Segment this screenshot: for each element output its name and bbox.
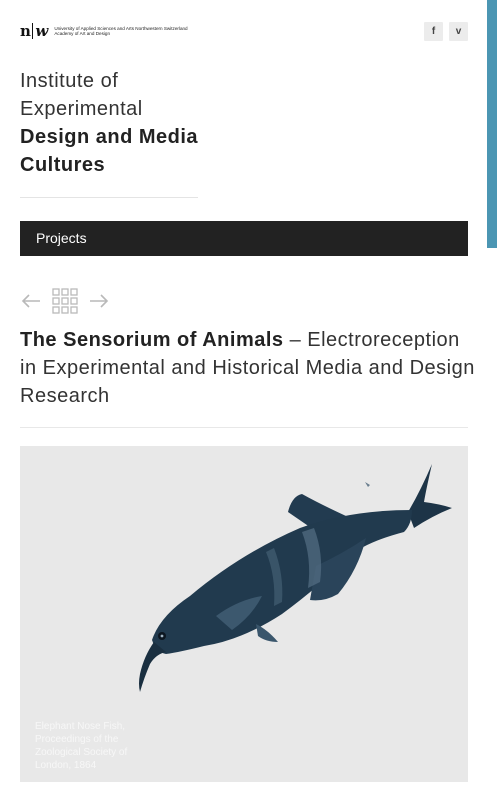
project-title: The Sensorium of Animals – Electrorecept… <box>20 326 480 410</box>
arrow-left-icon[interactable] <box>20 293 42 309</box>
project-image[interactable]: Elephant Nose Fish, Proceedings of the Z… <box>20 446 468 782</box>
logo-mark-w: w <box>35 22 49 40</box>
project-navigation <box>20 288 110 314</box>
logo-line-2: Academy of Art and Design <box>54 31 110 36</box>
fhnw-logo[interactable]: n w University of Applied Sciences and A… <box>20 22 188 40</box>
image-caption: Elephant Nose Fish, Proceedings of the Z… <box>35 720 155 772</box>
logo-separator <box>32 23 34 39</box>
institute-title-line-3: Design and Media <box>20 126 199 148</box>
divider <box>20 197 198 198</box>
caption-line-1: Elephant Nose Fish, <box>35 721 126 732</box>
projects-menu-label: Projects <box>36 230 87 246</box>
institute-title[interactable]: Institute of Experimental Design and Med… <box>20 67 198 179</box>
facebook-icon[interactable]: f <box>424 22 443 41</box>
institute-title-line-1: Institute of <box>20 70 119 92</box>
logo-mark-n: n <box>20 22 31 40</box>
caption-line-4: London, 1864 <box>35 760 97 771</box>
caption-line-3: Zoological Society of <box>35 747 128 758</box>
arrow-right-icon[interactable] <box>88 293 110 309</box>
site-header: n w University of Applied Sciences and A… <box>20 22 468 44</box>
grid-icon[interactable] <box>52 288 78 314</box>
divider <box>20 427 468 428</box>
caption-line-2: Proceedings of the <box>35 734 119 745</box>
project-title-bold: The Sensorium of Animals <box>20 329 284 351</box>
projects-menu-bar[interactable]: Projects <box>20 221 468 256</box>
vimeo-icon[interactable]: v <box>449 22 468 41</box>
institute-title-line-4: Cultures <box>20 154 106 176</box>
accent-bar <box>487 0 497 248</box>
institute-title-line-2: Experimental <box>20 98 143 120</box>
social-links: f v <box>424 22 468 41</box>
logo-text: University of Applied Sciences and Arts … <box>54 26 187 37</box>
